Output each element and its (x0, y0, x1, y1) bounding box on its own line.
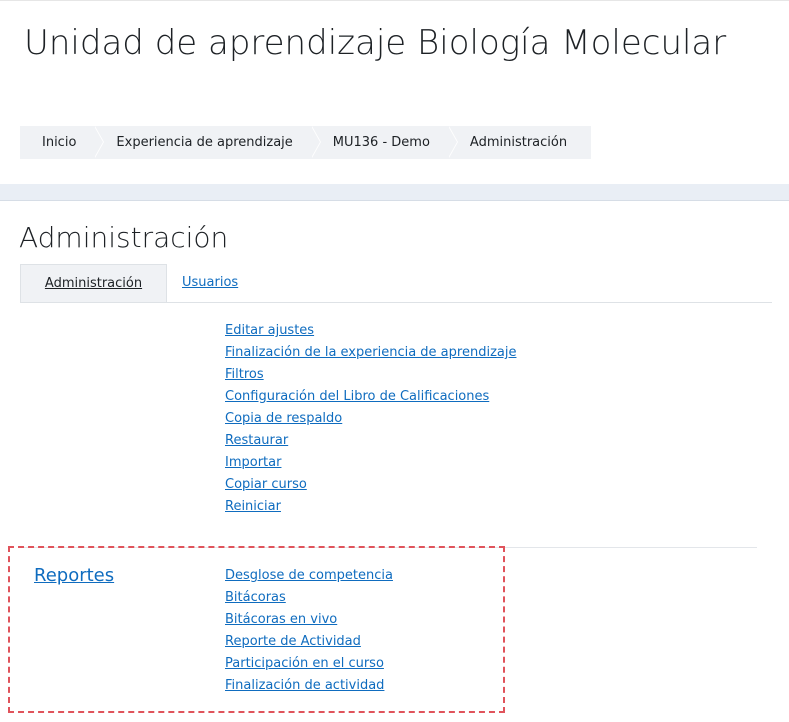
link-copiar-curso[interactable]: Copiar curso (225, 477, 307, 492)
link-finalizacion-actividad[interactable]: Finalización de actividad (225, 678, 384, 693)
link-copia-respaldo[interactable]: Copia de respaldo (225, 411, 342, 426)
link-bitacoras-en-vivo[interactable]: Bitácoras en vivo (225, 612, 337, 627)
list-item: Configuración del Libro de Calificacione… (225, 384, 516, 406)
link-desglose-competencia[interactable]: Desglose de competencia (225, 568, 393, 583)
header-band (0, 184, 789, 201)
link-editar-ajustes[interactable]: Editar ajustes (225, 323, 314, 338)
tab-bar: Administración Usuarios (20, 264, 772, 303)
reports-links-list: Desglose de competencia Bitácoras Bitáco… (225, 563, 393, 695)
list-item: Filtros (225, 362, 516, 384)
list-item: Copia de respaldo (225, 406, 516, 428)
reports-heading-link[interactable]: Reportes (34, 565, 114, 586)
link-bitacoras[interactable]: Bitácoras (225, 590, 286, 605)
list-item: Restaurar (225, 428, 516, 450)
breadcrumb-item-experiencia[interactable]: Experiencia de aprendizaje (94, 126, 322, 159)
breadcrumb-item-current: Administración (447, 126, 592, 159)
page-title: Unidad de aprendizaje Biología Molecular (24, 23, 727, 63)
link-participacion-curso[interactable]: Participación en el curso (225, 656, 384, 671)
list-item: Reporte de Actividad (225, 629, 393, 651)
list-item: Finalización de la experiencia de aprend… (225, 340, 516, 362)
breadcrumb-item-inicio[interactable]: Inicio (20, 126, 105, 159)
list-item: Bitácoras en vivo (225, 607, 393, 629)
list-item: Participación en el curso (225, 651, 393, 673)
list-item: Copiar curso (225, 472, 516, 494)
section-heading: Administración (19, 221, 229, 254)
link-finalizacion-experiencia[interactable]: Finalización de la experiencia de aprend… (225, 345, 516, 360)
tab-usuarios[interactable]: Usuarios (182, 264, 238, 302)
link-restaurar[interactable]: Restaurar (225, 433, 288, 448)
list-item: Desglose de competencia (225, 563, 393, 585)
link-reiniciar[interactable]: Reiniciar (225, 499, 281, 514)
link-importar[interactable]: Importar (225, 455, 281, 470)
list-item: Finalización de actividad (225, 673, 393, 695)
list-item: Editar ajustes (225, 318, 516, 340)
list-item: Bitácoras (225, 585, 393, 607)
top-border (0, 0, 789, 1)
list-item: Importar (225, 450, 516, 472)
tab-administracion[interactable]: Administración (20, 264, 167, 302)
breadcrumb-item-course[interactable]: MU136 - Demo (310, 126, 459, 159)
link-reporte-actividad[interactable]: Reporte de Actividad (225, 634, 361, 649)
breadcrumb: Inicio Experiencia de aprendizaje MU136 … (20, 126, 592, 159)
link-configuracion-calificaciones[interactable]: Configuración del Libro de Calificacione… (225, 389, 489, 404)
link-filtros[interactable]: Filtros (225, 367, 264, 382)
admin-links-list: Editar ajustes Finalización de la experi… (225, 318, 516, 516)
list-item: Reiniciar (225, 494, 516, 516)
